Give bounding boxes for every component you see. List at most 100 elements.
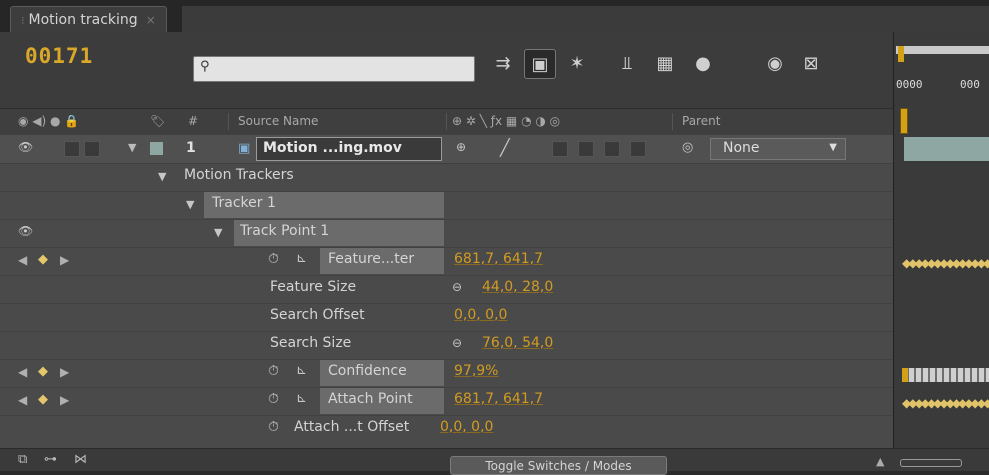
- tab-strip-empty: [182, 6, 989, 32]
- tracker-row[interactable]: ▼ Tracker 1: [0, 191, 893, 220]
- composition-mini-flowchart-icon[interactable]: ⇉: [488, 49, 518, 77]
- stopwatch-icon[interactable]: ⏱: [268, 363, 279, 379]
- expand-triangle-icon[interactable]: ▼: [158, 170, 166, 183]
- label-icon[interactable]: 🏷: [150, 114, 165, 128]
- expand-triangle-icon[interactable]: ▼: [186, 198, 194, 211]
- search-size-row[interactable]: Search Size ⊖ 76,0, 54,0: [0, 331, 893, 360]
- keyframe-diamond-icon[interactable]: ◆: [38, 392, 48, 407]
- attach-point-label: Attach Point: [328, 391, 413, 407]
- keyframes-feature-center[interactable]: ◆◆◆◆◆◆◆◆◆◆◆◆◆◆◆◆◆◆◆◆: [902, 256, 989, 270]
- link-icon[interactable]: ⊖: [452, 280, 462, 294]
- confidence-label: Confidence: [328, 363, 407, 379]
- selected-keyframe[interactable]: [902, 368, 908, 382]
- layer-name-box[interactable]: Motion ...ing.mov: [256, 137, 442, 161]
- confidence-row[interactable]: ◀ ◆ ▶ ⏱ ⊾ Confidence 97,9%: [0, 359, 893, 388]
- av-features-icon[interactable]: ◉ ◀) ● 🔒: [18, 114, 79, 128]
- hide-shy-layers-icon[interactable]: ✶: [562, 49, 592, 77]
- switch-box[interactable]: [578, 141, 594, 157]
- work-area-bar[interactable]: [896, 46, 989, 54]
- layer-color-label[interactable]: [150, 142, 163, 155]
- prev-keyframe-icon[interactable]: ◀: [18, 253, 27, 267]
- chevron-down-icon: ▼: [829, 142, 837, 153]
- zoom-slider[interactable]: [900, 459, 962, 467]
- current-time-indicator[interactable]: [900, 108, 908, 134]
- graph-icon[interactable]: ⊾: [296, 251, 307, 266]
- expand-triangle-icon[interactable]: ▼: [128, 141, 136, 154]
- keyframe-diamond-icon[interactable]: ◆: [38, 364, 48, 379]
- layer-duration-bar[interactable]: [904, 137, 989, 161]
- frame-blending-icon[interactable]: ⫫: [612, 49, 642, 77]
- quality-switch-icon[interactable]: ╱: [500, 138, 510, 157]
- confidence-value[interactable]: 97,9%: [454, 363, 498, 379]
- switches-icons[interactable]: ⊕ ✲ ╲ ƒx ▦ ◔ ◑ ◎: [452, 114, 560, 128]
- link-icon[interactable]: ⊖: [452, 336, 462, 350]
- ruler-tick: 000: [960, 78, 980, 91]
- solo-switch[interactable]: [84, 141, 100, 157]
- next-keyframe-icon[interactable]: ▶: [60, 365, 69, 379]
- column-source-name[interactable]: Source Name: [238, 114, 318, 128]
- graph-icon[interactable]: ⊾: [296, 391, 307, 406]
- motion-blur-icon[interactable]: ▦: [650, 49, 680, 77]
- prev-keyframe-icon[interactable]: ◀: [18, 365, 27, 379]
- keyframes-attach-point[interactable]: ◆◆◆◆◆◆◆◆◆◆◆◆◆◆◆◆◆◆◆◆: [902, 396, 989, 410]
- next-keyframe-icon[interactable]: ▶: [60, 253, 69, 267]
- layer-switches-pane-icon[interactable]: ⧉: [18, 452, 27, 467]
- column-separator: [228, 113, 229, 130]
- column-header: ◉ ◀) ● 🔒 🏷 # Source Name ⊕ ✲ ╲ ƒx ▦ ◔ ◑ …: [0, 108, 893, 136]
- feature-center-value[interactable]: 681,7, 641,7: [454, 251, 543, 267]
- current-time-display[interactable]: 00171: [25, 44, 93, 68]
- eye-icon[interactable]: 👁: [18, 224, 33, 238]
- close-icon[interactable]: ×: [146, 13, 156, 27]
- feature-center-row[interactable]: ◀ ◆ ▶ ⏱ ⊾ Feature...ter 681,7, 641,7: [0, 247, 893, 276]
- expand-triangle-icon[interactable]: ▼: [214, 226, 222, 239]
- switch-box[interactable]: [630, 141, 646, 157]
- keyframe-diamond-icon[interactable]: ◆: [38, 252, 48, 267]
- grip-icon[interactable]: ⁝: [21, 14, 25, 27]
- in-out-pane-icon[interactable]: ⋈: [74, 452, 87, 467]
- keyframes-confidence[interactable]: [902, 368, 989, 382]
- parent-dropdown[interactable]: None ▼: [710, 138, 846, 160]
- search-offset-value[interactable]: 0,0, 0,0: [454, 307, 507, 323]
- shy-switch-icon[interactable]: ⊕: [456, 140, 466, 154]
- attach-point-row[interactable]: ◀ ◆ ▶ ⏱ ⊾ Attach Point 681,7, 641,7: [0, 387, 893, 416]
- search-input[interactable]: ⚲: [193, 56, 475, 82]
- track-point-row[interactable]: 👁 ▼ Track Point 1: [0, 219, 893, 248]
- timeline-area[interactable]: 0000 000 ◆◆◆◆◆◆◆◆◆◆◆◆◆◆◆◆◆◆◆◆ ◆◆◆◆◆◆◆◆◆◆…: [893, 32, 989, 470]
- search-icon: ⚲: [200, 59, 210, 74]
- auto-keyframe-icon[interactable]: ◉: [760, 49, 790, 77]
- graph-editor-icon[interactable]: ⊠: [796, 49, 826, 77]
- graph-icon[interactable]: ⊾: [296, 363, 307, 378]
- feature-center-label: Feature...ter: [328, 251, 415, 267]
- zoom-out-icon[interactable]: ▲: [876, 455, 884, 468]
- column-parent[interactable]: Parent: [682, 114, 720, 128]
- switch-box[interactable]: [552, 141, 568, 157]
- work-area-start-handle[interactable]: [898, 46, 904, 62]
- audio-switch[interactable]: [64, 141, 80, 157]
- pickwhip-icon[interactable]: ◎: [682, 140, 693, 155]
- attach-point-value[interactable]: 681,7, 641,7: [454, 391, 543, 407]
- search-size-label: Search Size: [270, 335, 352, 351]
- stopwatch-icon[interactable]: ⏱: [268, 419, 279, 435]
- brainstorm-icon[interactable]: ●: [688, 49, 718, 77]
- search-size-value[interactable]: 76,0, 54,0: [482, 335, 553, 351]
- stopwatch-icon[interactable]: ⏱: [268, 391, 279, 407]
- next-keyframe-icon[interactable]: ▶: [60, 393, 69, 407]
- stopwatch-icon[interactable]: ⏱: [268, 251, 279, 267]
- search-offset-row[interactable]: Search Offset 0,0, 0,0: [0, 303, 893, 332]
- switch-box[interactable]: [604, 141, 620, 157]
- toggle-switches-modes-button[interactable]: Toggle Switches / Modes: [450, 456, 667, 475]
- layer-row[interactable]: 👁 ▼ 1 ▣ Motion ...ing.mov ⊕ ╱ ◎ None ▼: [0, 135, 893, 164]
- eye-icon[interactable]: 👁: [18, 140, 33, 154]
- attach-offset-value[interactable]: 0,0, 0,0: [440, 419, 493, 435]
- transfer-controls-pane-icon[interactable]: ⊶: [44, 452, 57, 467]
- draft-3d-icon[interactable]: ▣: [524, 49, 556, 79]
- motion-trackers-row[interactable]: ▼ Motion Trackers: [0, 163, 893, 192]
- column-number[interactable]: #: [188, 114, 198, 128]
- column-separator: [672, 113, 673, 130]
- time-ruler[interactable]: 0000 000: [894, 32, 989, 108]
- tab-motion-tracking[interactable]: ⁝ Motion tracking ×: [10, 6, 167, 33]
- feature-size-value[interactable]: 44,0, 28,0: [482, 279, 553, 295]
- prev-keyframe-icon[interactable]: ◀: [18, 393, 27, 407]
- feature-size-row[interactable]: Feature Size ⊖ 44,0, 28,0: [0, 275, 893, 304]
- attach-offset-row[interactable]: ⏱ Attach ...t Offset 0,0, 0,0: [0, 415, 893, 448]
